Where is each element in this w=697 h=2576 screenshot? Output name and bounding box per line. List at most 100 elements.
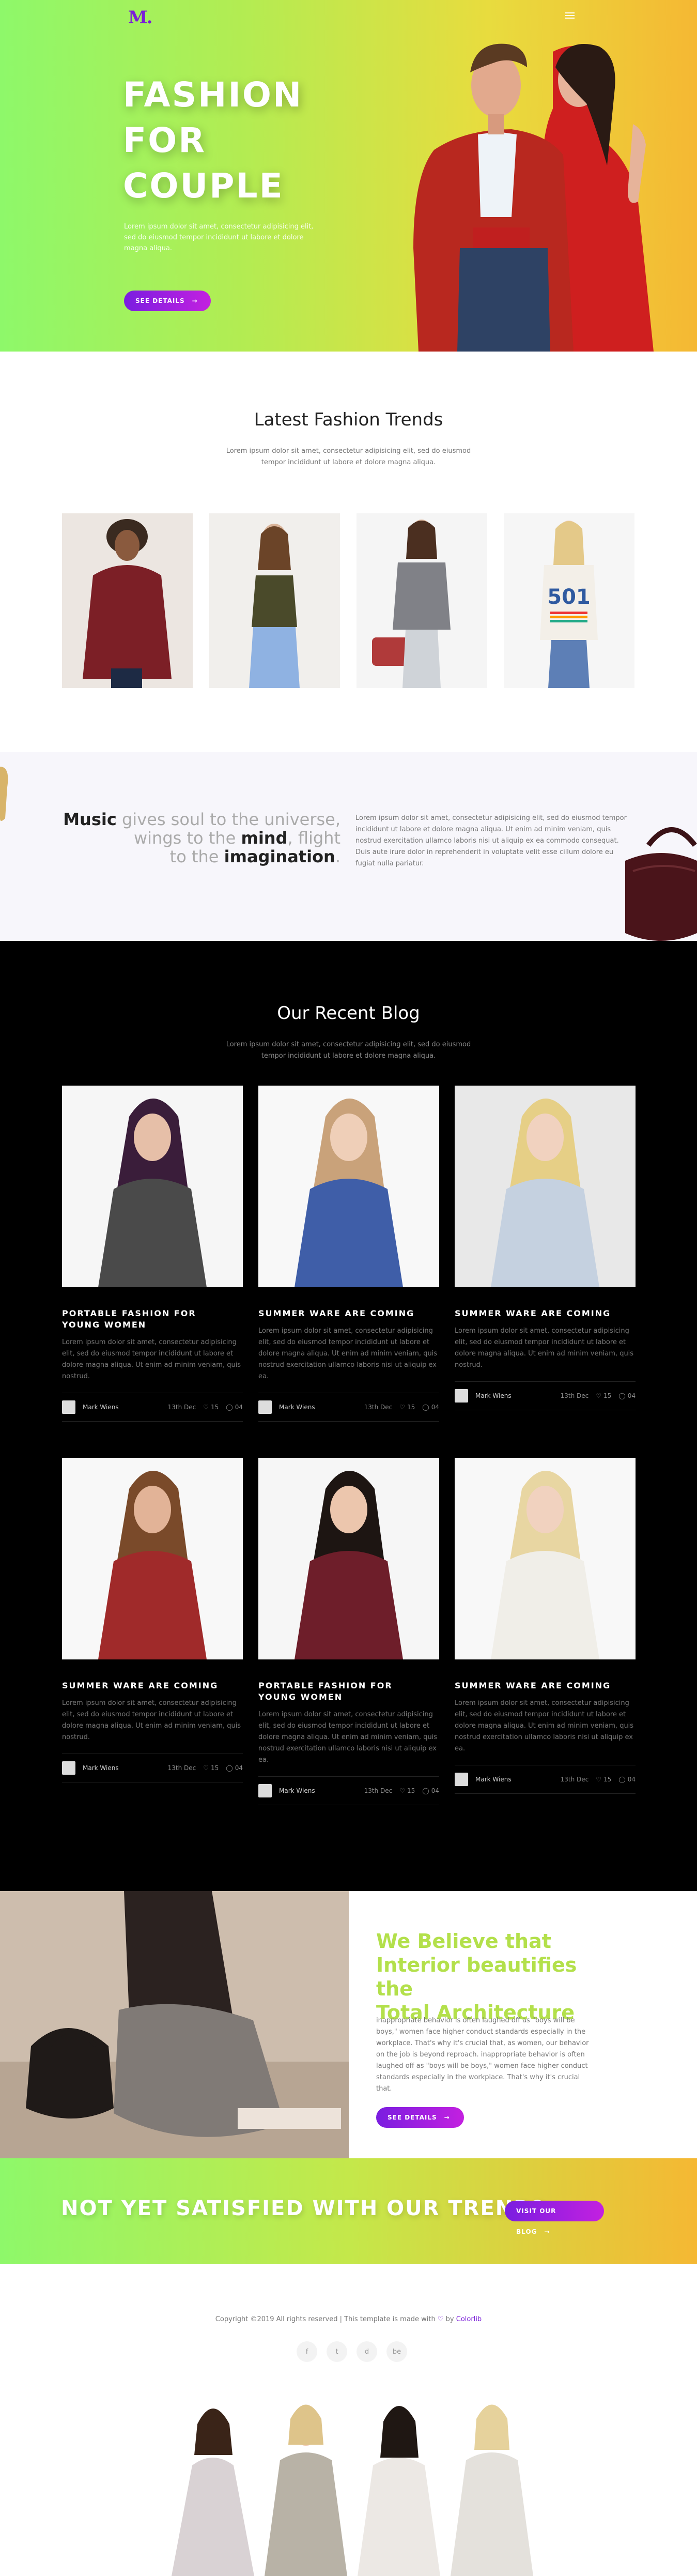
blog-photo[interactable] bbox=[62, 1086, 243, 1287]
heart-icon[interactable]: ♡ bbox=[399, 1787, 405, 1794]
blog-post-meta: Mark Wiens 13th Dec ♡ 15 ◯ 04 bbox=[62, 1393, 243, 1422]
blog-post-title[interactable]: PORTABLE FASHION FOR YOUNG WOMEN bbox=[62, 1308, 243, 1331]
arrow-right-icon: → bbox=[444, 2114, 450, 2121]
visit-blog-button[interactable]: VISIT OUR BLOG → bbox=[505, 2201, 604, 2235]
hero-see-details-button[interactable]: SEE DETAILS → bbox=[124, 291, 211, 311]
quote-word-mind: mind bbox=[241, 828, 288, 848]
arrow-right-icon: → bbox=[192, 297, 198, 304]
footer: Copyright ©2019 All rights reserved | Th… bbox=[0, 2264, 697, 2576]
heart-icon[interactable]: ♡ bbox=[596, 1776, 601, 1783]
post-author[interactable]: Mark Wiens bbox=[279, 1787, 357, 1794]
trends-title: Latest Fashion Trends bbox=[254, 409, 443, 430]
trend-card[interactable] bbox=[209, 513, 340, 688]
copyright-by: by bbox=[443, 2315, 456, 2323]
blog-photo[interactable] bbox=[455, 1458, 636, 1659]
blog-photo-image bbox=[455, 1458, 636, 1659]
blog-card[interactable]: PORTABLE FASHION FOR YOUNG WOMEN Lorem ip… bbox=[258, 1458, 439, 1805]
blog-post-title[interactable]: PORTABLE FASHION FOR YOUNG WOMEN bbox=[258, 1680, 439, 1703]
blog-photo-image bbox=[62, 1086, 243, 1287]
post-author[interactable]: Mark Wiens bbox=[83, 1764, 161, 1772]
avatar bbox=[62, 1761, 75, 1775]
post-author[interactable]: Mark Wiens bbox=[475, 1392, 553, 1399]
facebook-icon[interactable]: f bbox=[297, 2341, 317, 2362]
quote-period: . bbox=[335, 847, 340, 866]
blog-photo[interactable] bbox=[258, 1458, 439, 1659]
hero-title: FASHION FOR COUPLE bbox=[123, 75, 303, 206]
blog-photo[interactable] bbox=[455, 1086, 636, 1287]
blog-post-title[interactable]: SUMMER WARE ARE COMING bbox=[455, 1680, 636, 1691]
behance-icon[interactable]: be bbox=[386, 2341, 407, 2362]
blog-post-title[interactable]: SUMMER WARE ARE COMING bbox=[258, 1308, 439, 1319]
music-quote: Music gives soul to the universe, wings … bbox=[63, 810, 340, 866]
believe-photo bbox=[0, 1891, 349, 2158]
twitter-icon[interactable]: t bbox=[327, 2341, 347, 2362]
woman-with-bag-photo bbox=[0, 1891, 349, 2158]
avatar bbox=[258, 1400, 272, 1414]
trend-photo-grey-tee-bag bbox=[357, 513, 487, 688]
dribbble-icon[interactable]: d bbox=[357, 2341, 377, 2362]
blog-photo-image bbox=[258, 1086, 439, 1287]
comment-icon[interactable]: ◯ bbox=[422, 1404, 429, 1411]
couple-photo bbox=[413, 43, 654, 352]
quote-line2: wings to the bbox=[133, 828, 241, 848]
heart-icon[interactable]: ♡ bbox=[596, 1392, 601, 1399]
button-label: VISIT OUR BLOG bbox=[516, 2207, 556, 2235]
post-author[interactable]: Mark Wiens bbox=[475, 1776, 553, 1783]
believe-see-details-button[interactable]: SEE DETAILS → bbox=[376, 2107, 464, 2128]
comment-icon[interactable]: ◯ bbox=[618, 1392, 625, 1399]
blog-post-title[interactable]: SUMMER WARE ARE COMING bbox=[455, 1308, 636, 1319]
logo[interactable]: M. bbox=[128, 7, 153, 28]
post-date: 13th Dec bbox=[560, 1392, 589, 1399]
post-author[interactable]: Mark Wiens bbox=[279, 1404, 357, 1411]
cta-section: NOT YET SATISFIED WITH OUR TREND? VISIT … bbox=[0, 2158, 697, 2264]
social-links: f t d be bbox=[297, 2341, 407, 2362]
hamburger-icon[interactable] bbox=[565, 12, 575, 19]
comment-icon[interactable]: ◯ bbox=[422, 1787, 429, 1794]
blog-post-meta: Mark Wiens 13th Dec ♡ 15 ◯ 04 bbox=[455, 1765, 636, 1794]
comment-icon[interactable]: ◯ bbox=[226, 1764, 233, 1772]
cta-title: NOT YET SATISFIED WITH OUR TREND? bbox=[61, 2197, 545, 2220]
button-label: SEE DETAILS bbox=[135, 297, 185, 304]
believe-text: inappropriate behavior is often laughed … bbox=[376, 2017, 589, 2093]
heart-icon[interactable]: ♡ bbox=[399, 1404, 405, 1411]
blog-post-excerpt: Lorem ipsum dolor sit amet, consectetur … bbox=[62, 1338, 241, 1380]
blog-card[interactable]: PORTABLE FASHION FOR YOUNG WOMEN Lorem ip… bbox=[62, 1086, 243, 1422]
blog-photo-image bbox=[258, 1458, 439, 1659]
heart-icon: ♡ bbox=[437, 2315, 444, 2323]
quote-word-music: Music bbox=[63, 810, 117, 829]
blog-card[interactable]: SUMMER WARE ARE COMING Lorem ipsum dolor … bbox=[62, 1458, 243, 1782]
colorlib-link[interactable]: Colorlib bbox=[456, 2315, 482, 2323]
post-author[interactable]: Mark Wiens bbox=[83, 1404, 161, 1411]
comment-icon[interactable]: ◯ bbox=[226, 1404, 233, 1411]
post-comments: 04 bbox=[235, 1764, 243, 1772]
trend-card[interactable] bbox=[62, 513, 193, 688]
post-likes: 15 bbox=[603, 1392, 612, 1399]
blog-photo[interactable] bbox=[258, 1086, 439, 1287]
comment-icon[interactable]: ◯ bbox=[618, 1776, 625, 1783]
blog-card[interactable]: SUMMER WARE ARE COMING Lorem ipsum dolor … bbox=[258, 1086, 439, 1422]
trend-card[interactable] bbox=[357, 513, 487, 688]
blog-photo[interactable] bbox=[62, 1458, 243, 1659]
blog-post-meta: Mark Wiens 13th Dec ♡ 15 ◯ 04 bbox=[258, 1776, 439, 1805]
blog-post-excerpt: Lorem ipsum dolor sit amet, consectetur … bbox=[258, 1711, 438, 1764]
post-date: 13th Dec bbox=[167, 1764, 196, 1772]
trend-photo-501-tee: 501 bbox=[504, 513, 634, 688]
blog-section: Our Recent Blog Lorem ipsum dolor sit am… bbox=[0, 941, 697, 1891]
trend-gallery: 501 bbox=[62, 513, 634, 688]
blog-post-excerpt: Lorem ipsum dolor sit amet, consectetur … bbox=[258, 1327, 438, 1380]
heart-icon[interactable]: ♡ bbox=[203, 1404, 209, 1411]
blog-card[interactable]: SUMMER WARE ARE COMING Lorem ipsum dolor … bbox=[455, 1086, 636, 1410]
avatar bbox=[62, 1400, 75, 1414]
blog-post-meta: Mark Wiens 13th Dec ♡ 15 ◯ 04 bbox=[258, 1393, 439, 1422]
blog-card[interactable]: SUMMER WARE ARE COMING Lorem ipsum dolor … bbox=[455, 1458, 636, 1794]
post-date: 13th Dec bbox=[167, 1404, 196, 1411]
blog-subtitle: Lorem ipsum dolor sit amet, consectetur … bbox=[226, 1041, 471, 1060]
heart-icon[interactable]: ♡ bbox=[203, 1764, 209, 1772]
post-likes: 15 bbox=[603, 1776, 612, 1783]
post-comments: 04 bbox=[627, 1776, 636, 1783]
blog-post-excerpt: Lorem ipsum dolor sit amet, consectetur … bbox=[455, 1699, 634, 1752]
decor-left-accessory bbox=[0, 767, 8, 821]
hero-text: Lorem ipsum dolor sit amet, consectetur … bbox=[124, 223, 314, 252]
trend-card[interactable]: 501 bbox=[504, 513, 634, 688]
blog-post-title[interactable]: SUMMER WARE ARE COMING bbox=[62, 1680, 243, 1691]
